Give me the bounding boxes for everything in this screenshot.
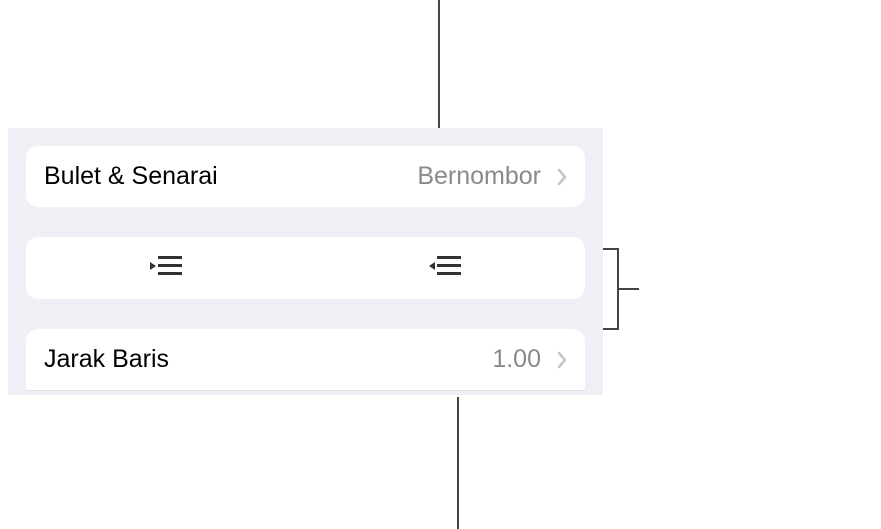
outdent-button[interactable] xyxy=(26,254,306,283)
callout-line-bottom xyxy=(457,397,459,529)
line-spacing-row[interactable]: Jarak Baris 1.00 xyxy=(26,329,585,391)
callout-bracket-stem xyxy=(619,288,639,290)
indent-button[interactable] xyxy=(306,254,586,283)
line-spacing-value-group: 1.00 xyxy=(492,345,567,374)
chevron-right-icon xyxy=(557,351,567,369)
line-spacing-label: Jarak Baris xyxy=(44,345,169,374)
chevron-right-icon xyxy=(557,168,567,186)
bullets-lists-value: Bernombor xyxy=(417,162,541,191)
format-panel: Bulet & Senarai Bernombor xyxy=(8,128,603,395)
bullets-lists-value-group: Bernombor xyxy=(417,162,567,191)
indent-controls-row xyxy=(26,237,585,299)
line-spacing-value: 1.00 xyxy=(492,345,541,374)
indent-icon xyxy=(427,254,463,283)
bullets-lists-label: Bulet & Senarai xyxy=(44,162,218,191)
outdent-icon xyxy=(148,254,184,283)
bullets-lists-row[interactable]: Bulet & Senarai Bernombor xyxy=(26,146,585,207)
callout-bracket-right xyxy=(603,248,619,330)
callout-line-top xyxy=(438,0,440,128)
